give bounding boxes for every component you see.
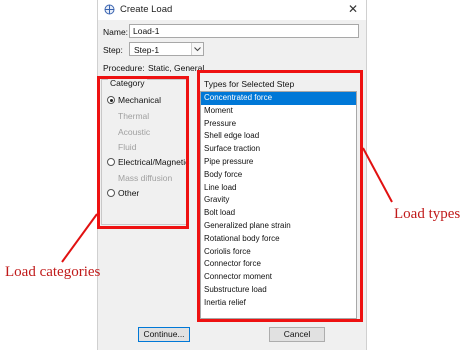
load-types-annotation: Load types [394, 206, 461, 222]
annotation-leader-lines [61, 147, 393, 263]
types-leader-line [362, 147, 393, 203]
category-leader-line [61, 213, 98, 263]
load-categories-annotation: Load categories [5, 264, 101, 280]
